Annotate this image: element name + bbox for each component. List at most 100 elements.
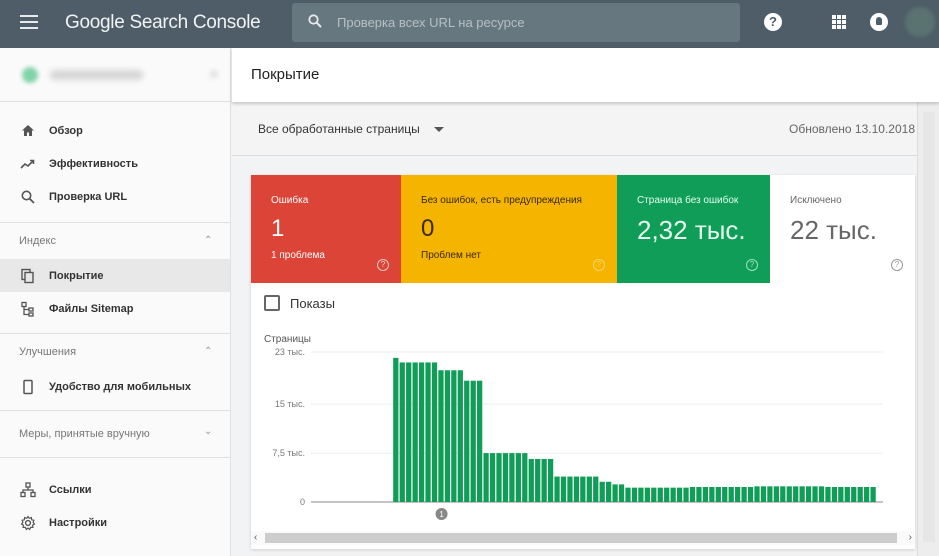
property-favicon <box>22 67 38 83</box>
sidebar-item-overview[interactable]: Обзор <box>0 114 230 147</box>
section-label: Улучшения <box>19 346 77 358</box>
chart-bar <box>567 476 573 502</box>
tile-title: Исключено <box>790 195 842 206</box>
home-icon <box>22 125 34 136</box>
help-icon[interactable]: ? <box>593 259 605 271</box>
impressions-checkbox[interactable] <box>264 295 280 311</box>
chart-bar <box>728 487 734 502</box>
property-name-redacted <box>50 70 143 80</box>
vertical-scrollbar[interactable] <box>917 102 939 556</box>
chevron-down-icon: ⌄ <box>204 426 213 437</box>
chart-bar <box>760 486 767 502</box>
scroll-right-icon[interactable]: › <box>909 531 912 545</box>
chart-bar <box>477 380 483 502</box>
chart-bar <box>554 476 560 502</box>
sidebar-section-index[interactable]: Индекс ⌃ <box>0 223 230 259</box>
sidebar-item-label: Настройки <box>49 516 108 529</box>
filter-bar: Все обработанные страницы Обновлено 13.1… <box>232 102 917 156</box>
annotation-marker[interactable]: 1 <box>435 508 448 520</box>
chart-bar <box>664 487 670 502</box>
chart-bar <box>618 484 625 502</box>
tile-valid-with-warnings[interactable]: Без ошибок, есть предупреждения 0 Пробле… <box>401 175 617 283</box>
chart-bar <box>767 486 773 502</box>
sidebar-section-manual-actions[interactable]: Меры, принятые вручную ⌄ <box>0 411 230 457</box>
chart-bar <box>657 487 663 502</box>
chart-bar <box>857 487 863 502</box>
sidebar-item-settings[interactable]: Настройки <box>0 506 230 539</box>
scrollbar-thumb[interactable] <box>265 533 897 543</box>
chart-bar <box>747 487 754 502</box>
property-selector[interactable] <box>0 48 230 102</box>
chart-bar <box>844 487 850 502</box>
notifications-bell-icon[interactable] <box>870 13 888 31</box>
sidebar-item-coverage[interactable]: Покрытие <box>0 259 230 292</box>
trending-up-icon <box>20 159 35 169</box>
search-input[interactable] <box>337 3 727 42</box>
smartphone-icon <box>23 379 33 395</box>
tile-title: Страница без ошибок <box>637 195 739 206</box>
sidebar-item-label: Эффективность <box>49 157 138 170</box>
sidebar-nav: Обзор Эффективность Проверка URL Индекс … <box>0 48 231 556</box>
tile-title: Без ошибок, есть предупреждения <box>421 195 582 206</box>
sidebar-item-label: Проверка URL <box>49 190 128 203</box>
help-icon[interactable]: ? <box>377 259 389 271</box>
app-logo[interactable]: Google Search Console <box>65 12 261 34</box>
tile-excluded[interactable]: Исключено 22 тыс. ? <box>770 175 915 283</box>
chart-bar <box>438 370 444 502</box>
help-icon[interactable]: ? <box>764 13 782 31</box>
sidebar-item-label: Ссылки <box>49 483 92 496</box>
sidebar-section-enhancements[interactable]: Улучшения ⌃ <box>0 334 230 370</box>
chart-bar <box>406 362 412 502</box>
chart-bar <box>851 487 857 502</box>
dropdown-arrow-icon <box>433 127 444 133</box>
tile-value: 1 <box>271 215 285 242</box>
account-avatar[interactable] <box>905 7 935 37</box>
apps-grid-icon[interactable] <box>832 15 846 29</box>
chart-bar <box>715 487 721 502</box>
horizontal-scrollbar[interactable]: ‹ › <box>251 531 915 545</box>
chart-bar <box>786 486 792 502</box>
impressions-label: Показы <box>290 295 335 311</box>
chart-bar <box>425 362 431 502</box>
sidebar-item-mobile-usability[interactable]: Удобство для мобильных <box>0 370 230 403</box>
chart-bar <box>547 458 554 502</box>
help-icon[interactable]: ? <box>891 259 903 271</box>
chart-bar <box>709 487 715 502</box>
chart-bar <box>812 486 818 502</box>
hamburger-menu-icon[interactable] <box>20 15 38 29</box>
url-inspection-search[interactable] <box>292 3 740 42</box>
chart-bar <box>470 380 476 502</box>
section-label: Индекс <box>19 235 56 247</box>
chart-bar <box>502 453 509 502</box>
chart-bar <box>696 487 702 502</box>
logo-product: Search Console <box>129 12 261 33</box>
search-icon <box>308 14 322 28</box>
sidebar-item-label: Файлы Sitemap <box>49 302 134 315</box>
impressions-toggle[interactable]: Показы <box>264 295 335 311</box>
chart-bar <box>593 476 599 502</box>
coverage-card: Ошибка 1 1 проблема ? Без ошибок, есть п… <box>251 175 915 549</box>
chart-bar <box>509 453 515 502</box>
sidebar-item-sitemaps[interactable]: Файлы Sitemap <box>0 292 230 325</box>
chart-bar <box>418 362 425 502</box>
chart-bar <box>483 453 489 502</box>
chart-bar <box>702 487 709 502</box>
sidebar-item-url-inspection[interactable]: Проверка URL <box>0 180 230 213</box>
tile-error[interactable]: Ошибка 1 1 проблема ? <box>251 175 401 283</box>
page-header: Покрытие <box>232 48 939 102</box>
sidebar-item-performance[interactable]: Эффективность <box>0 147 230 180</box>
chart-bar <box>689 487 696 502</box>
chart-bar <box>457 370 463 502</box>
chart-bar <box>780 486 786 502</box>
scroll-left-icon[interactable]: ‹ <box>254 531 257 545</box>
chart-bar <box>560 476 567 502</box>
copy-icon <box>21 268 34 284</box>
chart-bar <box>586 476 592 502</box>
help-icon[interactable]: ? <box>746 259 758 271</box>
pages-filter-dropdown[interactable]: Все обработанные страницы <box>258 122 444 136</box>
sidebar-item-links[interactable]: Ссылки <box>0 473 230 506</box>
chart-bar <box>451 370 457 502</box>
scrollbar-thumb[interactable] <box>923 112 935 542</box>
tile-valid[interactable]: Страница без ошибок 2,32 тыс. ? <box>617 175 770 283</box>
filter-label: Все обработанные страницы <box>258 122 420 136</box>
